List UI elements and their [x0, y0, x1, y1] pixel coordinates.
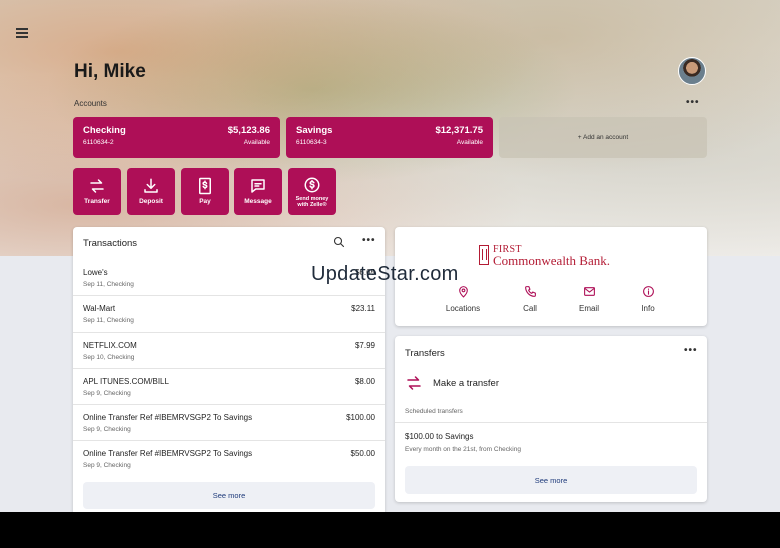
- search-icon[interactable]: [333, 236, 345, 248]
- locations-button[interactable]: Locations: [433, 285, 493, 313]
- transaction-meta: Sep 11, Checking: [83, 281, 134, 288]
- scheduled-transfer-detail: Every month on the 21st, from Checking: [405, 446, 521, 453]
- quick-action-label: Send money with Zelle®: [295, 196, 329, 208]
- transaction-description: Online Transfer Ref #IBEMRVSGP2 To Savin…: [83, 413, 253, 423]
- transaction-description: APL ITUNES.COM/BILL: [83, 376, 169, 386]
- transaction-row[interactable]: Wal-Mart Sep 11, Checking $23.11: [73, 296, 385, 333]
- transactions-title: Transactions: [83, 238, 138, 249]
- transfer-icon: [90, 179, 104, 193]
- transaction-list: Lowe's Sep 11, Checking $6.65 Wal-Mart S…: [73, 260, 385, 478]
- account-balance: $12,371.75: [435, 125, 483, 136]
- transaction-row[interactable]: NETFLIX.COM Sep 10, Checking $7.99: [73, 333, 385, 369]
- transfers-more-icon[interactable]: •••: [684, 345, 698, 356]
- transactions-more-icon[interactable]: •••: [362, 235, 376, 246]
- account-name: Checking: [83, 125, 126, 136]
- quick-action-label: Transfer: [84, 198, 110, 205]
- account-status: Available: [243, 139, 270, 146]
- transaction-description: NETFLIX.COM: [83, 340, 137, 350]
- message-button[interactable]: Message: [234, 168, 282, 215]
- transaction-row[interactable]: APL ITUNES.COM/BILL Sep 9, Checking $8.0…: [73, 369, 385, 406]
- transaction-amount: $23.11: [351, 304, 375, 314]
- dollar-circle-icon: [304, 177, 320, 193]
- bank-action-label: Call: [523, 304, 537, 313]
- deposit-button[interactable]: Deposit: [127, 168, 175, 215]
- transaction-meta: Sep 9, Checking: [83, 389, 131, 397]
- watermark: UpdateStar.com: [311, 263, 459, 285]
- bill-icon: [199, 177, 211, 195]
- email-button[interactable]: Email: [559, 285, 619, 313]
- transaction-row[interactable]: Online Transfer Ref #IBEMRVSGP2 To Savin…: [73, 441, 385, 477]
- message-icon: [251, 179, 265, 193]
- quick-action-label: Pay: [199, 198, 211, 205]
- transactions-see-more-button[interactable]: See more: [83, 482, 375, 509]
- account-card-checking[interactable]: Checking 6110634-2 $5,123.86 Available: [73, 117, 280, 158]
- transaction-meta: Sep 9, Checking: [83, 462, 131, 470]
- quick-action-label: Message: [244, 198, 272, 205]
- transaction-description: Wal-Mart: [83, 304, 116, 314]
- account-number: 6110634-2: [83, 139, 114, 146]
- make-transfer-button[interactable]: Make a transfer: [405, 374, 499, 392]
- accounts-more-icon[interactable]: •••: [686, 97, 700, 108]
- transfers-title: Transfers: [405, 348, 445, 359]
- transaction-description: Lowe's: [83, 268, 108, 277]
- account-card-savings[interactable]: Savings 6110634-3 $12,371.75 Available: [286, 117, 493, 158]
- transaction-description: Online Transfer Ref #IBEMRVSGP2 To Savin…: [83, 449, 253, 459]
- scheduled-transfers-label: Scheduled transfers: [405, 408, 463, 415]
- quick-action-label: Deposit: [139, 198, 163, 205]
- divider: [395, 422, 707, 423]
- transaction-amount: $50.00: [350, 449, 375, 459]
- account-name: Savings: [296, 125, 333, 136]
- pay-button[interactable]: Pay: [181, 168, 229, 215]
- bank-action-label: Locations: [445, 304, 481, 313]
- info-button[interactable]: Info: [618, 285, 678, 313]
- bottom-bar: [0, 512, 780, 548]
- transfer-icon: [407, 376, 421, 390]
- transfers-panel: Transfers ••• Make a transfer Scheduled …: [395, 336, 707, 502]
- make-transfer-label: Make a transfer: [433, 377, 499, 389]
- transfers-see-more-button[interactable]: See more: [405, 466, 697, 494]
- info-icon: [642, 286, 654, 297]
- avatar[interactable]: [678, 57, 706, 85]
- transaction-amount: $100.00: [346, 413, 375, 423]
- scheduled-transfer-title: $100.00 to Savings: [405, 432, 474, 441]
- bank-action-label: Email: [578, 304, 599, 313]
- account-number: 6110634-3: [296, 139, 327, 146]
- bank-logo: FIRST Commonwealth Bank.: [479, 244, 610, 268]
- email-icon: [583, 287, 595, 296]
- transaction-amount: $8.00: [354, 376, 375, 386]
- phone-icon: [524, 286, 536, 297]
- call-button[interactable]: Call: [500, 285, 560, 313]
- transaction-row[interactable]: Online Transfer Ref #IBEMRVSGP2 To Savin…: [73, 405, 385, 442]
- account-status: Available: [456, 139, 483, 146]
- menu-icon[interactable]: [16, 28, 28, 38]
- location-pin-icon: [458, 286, 468, 298]
- transaction-amount: $7.99: [354, 340, 375, 350]
- transfer-button[interactable]: Transfer: [73, 168, 121, 215]
- transaction-meta: Sep 9, Checking: [83, 426, 131, 434]
- bank-action-label: Info: [641, 304, 655, 313]
- greeting: Hi, Mike: [74, 61, 146, 82]
- send-money-zelle-button[interactable]: Send money with Zelle®: [288, 168, 336, 215]
- bank-logo-icon: [479, 245, 489, 265]
- bank-name-line2: Commonwealth Bank.: [493, 253, 610, 268]
- account-balance: $5,123.86: [227, 125, 270, 136]
- add-account-button[interactable]: + Add an account: [499, 117, 707, 158]
- accounts-label: Accounts: [74, 99, 107, 108]
- transaction-meta: Sep 10, Checking: [83, 353, 135, 361]
- scheduled-transfer-item[interactable]: $100.00 to Savings Every month on the 21…: [405, 432, 521, 453]
- download-icon: [144, 178, 158, 193]
- transaction-meta: Sep 11, Checking: [83, 317, 134, 325]
